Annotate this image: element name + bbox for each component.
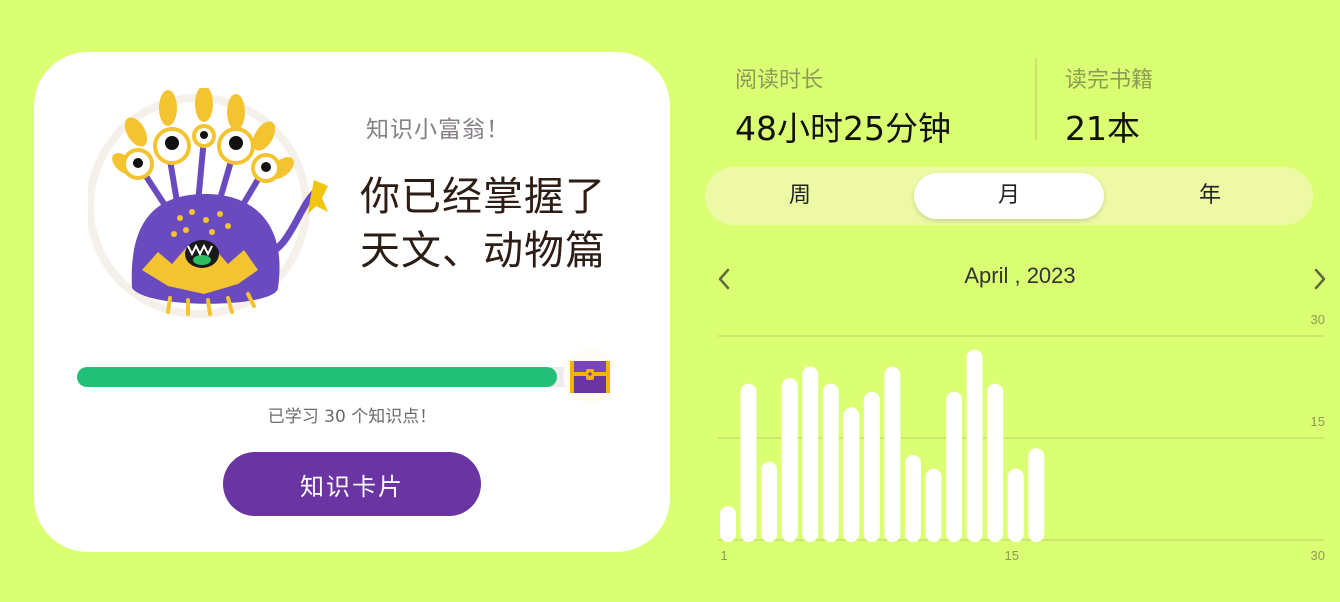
books-finished-stat: 读完书籍 21本 xyxy=(1065,62,1153,150)
period-selector: 周 月 年 xyxy=(705,167,1313,225)
reading-bar-chart: 30 15 1 15 30 xyxy=(718,312,1325,563)
headline-line-2: 天文、动物篇 xyxy=(360,228,606,274)
chart-bar-day-14[interactable] xyxy=(987,383,1004,542)
chart-bar-day-1[interactable] xyxy=(720,506,736,542)
chart-bar-day-8[interactable] xyxy=(863,391,880,542)
y-tick-label: 30 xyxy=(1311,312,1325,327)
chart-bar-day-4[interactable] xyxy=(781,378,798,542)
chart-bar-day-11[interactable] xyxy=(925,468,942,542)
month-label: April , 2023 xyxy=(964,263,1076,288)
chart-bar-day-13[interactable] xyxy=(966,349,983,542)
chevron-right-icon[interactable] xyxy=(1306,262,1334,296)
reading-time-value: 48小时25分钟 xyxy=(735,109,951,148)
headline-line-1: 你已经掌握了 xyxy=(360,174,606,220)
chart-bar-day-16[interactable] xyxy=(1028,448,1045,542)
tab-week[interactable]: 周 xyxy=(705,173,895,219)
x-tick-label: 15 xyxy=(1004,548,1018,563)
achievement-card: 知识小富翁！ 你已经掌握了 天文、动物篇 已学习 30 个知识点！ 知识卡片 xyxy=(34,52,670,552)
reading-time-stat: 阅读时长 48小时25分钟 xyxy=(735,62,951,150)
books-finished-value: 21本 xyxy=(1065,109,1140,148)
y-tick-label: 15 xyxy=(1311,414,1325,429)
x-tick-label: 30 xyxy=(1311,548,1325,563)
achievement-subtitle: 知识小富翁！ xyxy=(366,117,510,143)
tab-year[interactable]: 年 xyxy=(1115,173,1305,219)
chart-bar-day-3[interactable] xyxy=(761,461,778,542)
chart-bar-day-2[interactable] xyxy=(740,383,757,542)
achievement-headline: 你已经掌握了 天文、动物篇 xyxy=(360,170,606,278)
knowledge-cards-button[interactable]: 知识卡片 xyxy=(223,452,481,516)
tab-month[interactable]: 月 xyxy=(914,173,1104,219)
knowledge-progress-bar xyxy=(77,367,577,387)
chart-bar-day-15[interactable] xyxy=(1007,468,1024,542)
progress-caption: 已学习 30 个知识点！ xyxy=(267,407,437,427)
monster-illustration xyxy=(88,88,328,318)
treasure-chest-icon[interactable] xyxy=(561,349,619,403)
chart-bar-day-9[interactable] xyxy=(884,366,901,542)
x-tick-label: 1 xyxy=(720,548,727,563)
progress-fill xyxy=(77,367,557,387)
chart-bar-day-7[interactable] xyxy=(843,407,860,542)
chart-bar-day-6[interactable] xyxy=(822,383,839,542)
chart-bar-day-5[interactable] xyxy=(802,366,819,542)
stats-divider xyxy=(1035,58,1037,140)
chart-bar-day-12[interactable] xyxy=(946,391,963,542)
chart-bar-day-10[interactable] xyxy=(904,455,921,542)
reading-time-label: 阅读时长 xyxy=(735,68,824,93)
books-finished-label: 读完书籍 xyxy=(1065,68,1154,93)
chevron-left-icon[interactable] xyxy=(712,262,740,296)
